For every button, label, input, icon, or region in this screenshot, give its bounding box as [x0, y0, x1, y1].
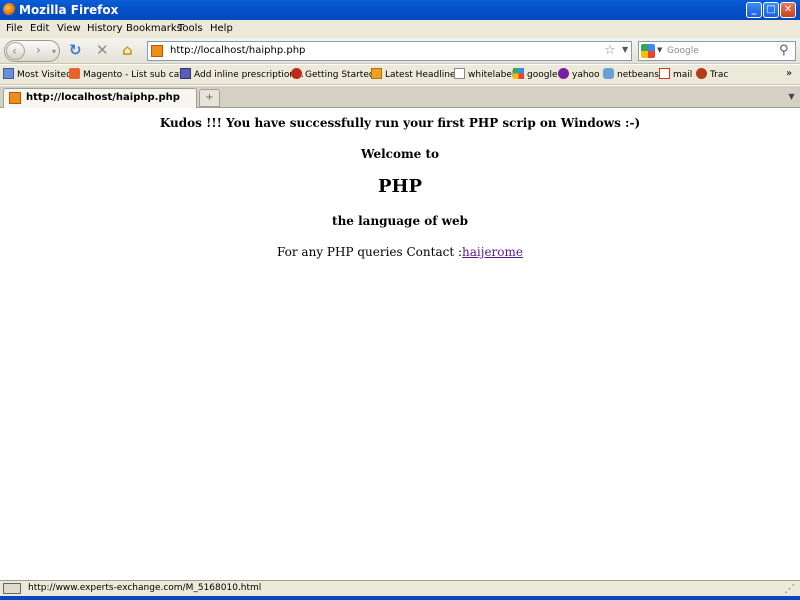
menu-tools[interactable]: Tools — [178, 23, 203, 34]
bookmark-add-inline[interactable]: Add inline prescription... — [180, 68, 304, 82]
page-content: Kudos !!! You have successfully run your… — [0, 109, 800, 579]
bookmark-magento[interactable]: Magento - List sub cat... — [69, 68, 191, 82]
search-bar[interactable]: ▼ Google ⚲ — [638, 41, 796, 61]
bookmarks-overflow-icon[interactable]: » — [786, 68, 792, 79]
bookmark-most-visited[interactable]: Most Visited — [3, 68, 72, 82]
gmail-icon — [659, 68, 670, 79]
tab-label: http://localhost/haiphp.php — [26, 92, 180, 103]
minimize-button[interactable]: _ — [746, 2, 762, 18]
resize-grip-icon[interactable]: ⋰ — [784, 582, 795, 595]
bookmark-trac[interactable]: Trac — [696, 68, 728, 82]
maximize-button[interactable]: □ — [763, 2, 779, 18]
reload-icon[interactable]: ↻ — [69, 42, 82, 58]
window-title: Mozilla Firefox — [19, 3, 119, 17]
yahoo-icon — [558, 68, 569, 79]
firefox-icon — [3, 3, 16, 16]
menu-edit[interactable]: Edit — [30, 23, 49, 34]
forward-button[interactable]: › — [36, 43, 41, 57]
tab-strip: http://localhost/haiphp.php + ▼ — [0, 86, 800, 108]
menu-file[interactable]: File — [6, 23, 23, 34]
netbeans-icon — [603, 68, 614, 79]
firefox-icon — [291, 68, 302, 79]
bookmark-yahoo[interactable]: yahoo — [558, 68, 600, 82]
rss-icon — [371, 68, 382, 79]
page-icon — [180, 68, 191, 79]
bookmark-google[interactable]: google — [513, 68, 557, 82]
back-forward-group: ‹ › ▾ — [4, 40, 60, 62]
welcome-heading: Welcome to — [360, 147, 440, 161]
most-visited-icon — [3, 68, 14, 79]
bookmark-netbeans[interactable]: netbeans — [603, 68, 659, 82]
bookmark-getting-started[interactable]: Getting Started — [291, 68, 375, 82]
kudos-heading: Kudos !!! You have successfully run your… — [159, 116, 641, 130]
title-bar: Mozilla Firefox _ □ ✕ — [0, 0, 800, 20]
menu-view[interactable]: View — [57, 23, 81, 34]
close-button[interactable]: ✕ — [780, 2, 796, 18]
status-bar: http://www.experts-exchange.com/M_516801… — [0, 580, 800, 596]
url-dropdown-icon[interactable]: ▼ — [622, 45, 628, 54]
tab-favicon-icon — [9, 92, 21, 104]
search-input[interactable]: Google — [667, 46, 699, 56]
search-icon[interactable]: ⚲ — [779, 43, 789, 58]
language-heading: the language of web — [332, 214, 468, 228]
status-link-icon — [3, 583, 21, 594]
bookmark-whitelabel[interactable]: whitelabel — [454, 68, 514, 82]
menu-bar: File Edit View History Bookmarks Tools H… — [0, 20, 800, 38]
page-icon — [454, 68, 465, 79]
bookmarks-toolbar: Most Visited Magento - List sub cat... A… — [0, 65, 800, 85]
tab-list-icon[interactable]: ▼ — [785, 89, 798, 105]
history-dropdown-icon[interactable]: ▾ — [52, 47, 56, 56]
php-heading: PHP — [377, 176, 423, 197]
contact-line: For any PHP queries Contact :haijerome — [0, 245, 800, 259]
bookmark-mail[interactable]: mail — [659, 68, 692, 82]
status-text: http://www.experts-exchange.com/M_516801… — [28, 583, 262, 593]
back-arrow-icon: ‹ — [12, 44, 17, 58]
home-icon[interactable]: ⌂ — [122, 42, 133, 58]
google-engine-icon[interactable] — [641, 44, 655, 58]
menu-bookmarks[interactable]: Bookmarks — [126, 23, 182, 34]
url-bar[interactable]: http://localhost/haiphp.php ☆ ▼ — [147, 41, 632, 61]
menu-help[interactable]: Help — [210, 23, 233, 34]
magento-icon — [69, 68, 80, 79]
menu-history[interactable]: History — [87, 23, 123, 34]
navigation-toolbar: ‹ › ▾ ↻ ✕ ⌂ http://localhost/haiphp.php … — [0, 38, 800, 64]
engine-dropdown-icon[interactable]: ▼ — [657, 46, 662, 54]
window-bottom-edge — [0, 596, 800, 600]
contact-link[interactable]: haijerome — [462, 245, 523, 259]
bookmark-star-icon[interactable]: ☆ — [604, 43, 616, 58]
trac-icon — [696, 68, 707, 79]
new-tab-button[interactable]: + — [199, 89, 220, 107]
stop-icon[interactable]: ✕ — [96, 42, 109, 58]
site-favicon-icon — [151, 45, 163, 57]
bookmark-latest-headlines[interactable]: Latest Headlines — [371, 68, 460, 82]
tab-haiphp[interactable]: http://localhost/haiphp.php — [3, 88, 197, 108]
contact-prefix: For any PHP queries Contact : — [276, 245, 463, 259]
google-icon — [513, 68, 524, 79]
url-text[interactable]: http://localhost/haiphp.php — [170, 45, 305, 56]
